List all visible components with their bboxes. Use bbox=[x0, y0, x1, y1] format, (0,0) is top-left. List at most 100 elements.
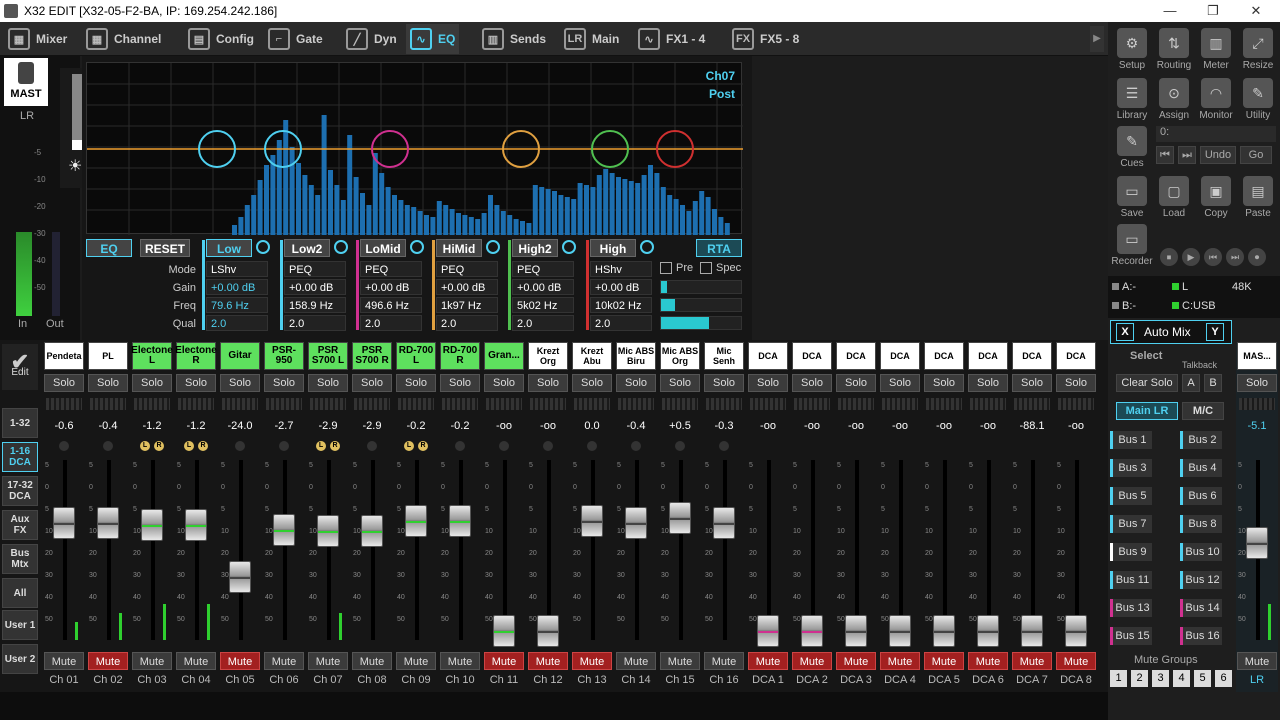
band-2-freq[interactable]: 496.6 Hz bbox=[360, 297, 422, 313]
talkback-b-button[interactable]: B bbox=[1204, 374, 1222, 392]
fader-knob[interactable] bbox=[141, 508, 163, 541]
fader-knob[interactable] bbox=[669, 502, 691, 534]
band-4-freq[interactable]: 5k02 Hz bbox=[512, 297, 574, 313]
strip-name[interactable]: PSR S700 L bbox=[308, 342, 348, 370]
fader-knob[interactable] bbox=[97, 507, 119, 540]
mute-button[interactable]: Mute bbox=[792, 652, 832, 670]
mc-button[interactable]: M/C bbox=[1182, 402, 1224, 420]
band-0-gain[interactable]: +0.00 dB bbox=[206, 279, 268, 295]
group-aux-fx-button[interactable]: Aux FX bbox=[2, 510, 38, 540]
brightness-slider[interactable] bbox=[72, 74, 82, 150]
solo-button[interactable]: Solo bbox=[528, 374, 568, 392]
utility-tool[interactable]: ✎ Utility bbox=[1236, 78, 1280, 121]
band-2-q[interactable]: 2.0 bbox=[360, 315, 422, 331]
strip-name[interactable]: Gran... bbox=[484, 342, 524, 370]
mute-group-5-button[interactable]: 5 bbox=[1194, 670, 1211, 687]
strip-name[interactable]: DCA bbox=[1012, 342, 1052, 370]
band-4-power-icon[interactable] bbox=[562, 240, 576, 254]
band-0-mode[interactable]: LShv bbox=[206, 261, 268, 277]
strip-name[interactable]: Mic ABS Biru bbox=[616, 342, 656, 370]
strip-name[interactable]: DCA bbox=[924, 342, 964, 370]
tab-fx5-8[interactable]: FX FX5 - 8 bbox=[728, 24, 803, 54]
fader-knob[interactable] bbox=[713, 507, 735, 540]
maximize-button[interactable]: ❐ bbox=[1193, 0, 1233, 22]
recorder-tool[interactable]: ▭ Recorder bbox=[1108, 224, 1156, 267]
load-tool[interactable]: ▢ Load bbox=[1152, 176, 1196, 219]
fader-knob[interactable] bbox=[53, 507, 75, 540]
routing-tool[interactable]: ⇅ Routing bbox=[1152, 28, 1196, 71]
strip-name[interactable]: Krezt Org bbox=[528, 342, 568, 370]
solo-button[interactable]: Solo bbox=[792, 374, 832, 392]
transport-2-button[interactable]: ⏮ bbox=[1204, 248, 1222, 266]
band-1-power-icon[interactable] bbox=[334, 240, 348, 254]
band-3-freq[interactable]: 1k97 Hz bbox=[436, 297, 498, 313]
fader-knob[interactable] bbox=[933, 614, 955, 647]
band-5-mode[interactable]: HShv bbox=[590, 261, 652, 277]
cues-tool[interactable]: ✎ Cues bbox=[1110, 126, 1154, 169]
solo-button[interactable]: Solo bbox=[748, 374, 788, 392]
tab-fx1-4[interactable]: ∿ FX1 - 4 bbox=[634, 24, 709, 54]
fader-knob[interactable] bbox=[229, 560, 251, 593]
bus-9-button[interactable]: Bus 9 bbox=[1110, 543, 1152, 561]
solo-button[interactable]: Solo bbox=[440, 374, 480, 392]
fader-knob[interactable] bbox=[493, 614, 515, 647]
group-1-16-dca-button[interactable]: 1-16 DCA bbox=[2, 442, 38, 472]
transport-0-button[interactable]: ⏹ bbox=[1160, 248, 1178, 266]
strip-name[interactable]: Electone R bbox=[175, 342, 217, 370]
solo-button[interactable]: Solo bbox=[484, 374, 524, 392]
band-0-button[interactable]: Low bbox=[206, 239, 252, 257]
solo-button[interactable]: Solo bbox=[968, 374, 1008, 392]
strip-name[interactable]: PL bbox=[88, 342, 128, 370]
fader-knob[interactable] bbox=[1246, 527, 1268, 560]
mute-button[interactable]: Mute bbox=[704, 652, 744, 670]
band-4-mode[interactable]: PEQ bbox=[512, 261, 574, 277]
solo-button[interactable]: Solo bbox=[1056, 374, 1096, 392]
solo-button[interactable]: Solo bbox=[660, 374, 700, 392]
band-4-button[interactable]: High2 bbox=[512, 239, 558, 257]
band-3-gain[interactable]: +0.00 dB bbox=[436, 279, 498, 295]
bus-15-button[interactable]: Bus 15 bbox=[1110, 627, 1152, 645]
tab-channel[interactable]: ▦ Channel bbox=[82, 24, 165, 54]
bus-13-button[interactable]: Bus 13 bbox=[1110, 599, 1152, 617]
strip-name[interactable]: PSR-950 bbox=[264, 342, 304, 370]
mute-button[interactable]: Mute bbox=[220, 652, 260, 670]
solo-button[interactable]: Solo bbox=[396, 374, 436, 392]
fader-knob[interactable] bbox=[1065, 614, 1087, 647]
undo-button[interactable]: Undo bbox=[1200, 146, 1236, 164]
fader-knob[interactable] bbox=[317, 515, 339, 548]
fader-knob[interactable] bbox=[889, 614, 911, 647]
strip-name[interactable]: Pendeta bbox=[44, 342, 84, 370]
band-5-gain[interactable]: +0.00 dB bbox=[590, 279, 652, 295]
band-1-gain[interactable]: +0.00 dB bbox=[284, 279, 346, 295]
bus-7-button[interactable]: Bus 7 bbox=[1110, 515, 1152, 533]
strip-name[interactable]: RD-700 R bbox=[440, 342, 480, 370]
fader-knob[interactable] bbox=[757, 614, 779, 647]
mute-button[interactable]: Mute bbox=[88, 652, 128, 670]
bus-6-button[interactable]: Bus 6 bbox=[1180, 487, 1222, 505]
nav-next-arrow[interactable]: ▶ bbox=[1090, 26, 1104, 52]
eq-graph[interactable]: Ch07 Post bbox=[86, 62, 743, 235]
fader-knob[interactable] bbox=[405, 505, 427, 538]
band-4-gain[interactable]: +0.00 dB bbox=[512, 279, 574, 295]
band-0-q[interactable]: 2.0 bbox=[206, 315, 268, 331]
mute-button[interactable]: Mute bbox=[1056, 652, 1096, 670]
group-user-2-button[interactable]: User 2 bbox=[2, 644, 38, 674]
transport-3-button[interactable]: ⏭ bbox=[1226, 248, 1244, 266]
save-tool[interactable]: ▭ Save bbox=[1110, 176, 1154, 219]
fader-knob[interactable] bbox=[273, 513, 295, 546]
band-1-button[interactable]: Low2 bbox=[284, 239, 330, 257]
tab-mixer[interactable]: ▦ Mixer bbox=[4, 24, 71, 54]
group-17-32-dca-button[interactable]: 17-32 DCA bbox=[2, 476, 38, 506]
band-3-q[interactable]: 2.0 bbox=[436, 315, 498, 331]
bus-12-button[interactable]: Bus 12 bbox=[1180, 571, 1222, 589]
pre-checkbox[interactable] bbox=[660, 262, 672, 274]
reset-button[interactable]: RESET bbox=[140, 239, 190, 257]
strip-name[interactable]: Krezt Abu bbox=[572, 342, 612, 370]
fader-knob[interactable] bbox=[801, 614, 823, 647]
edit-button[interactable]: ✔ Edit bbox=[2, 344, 38, 390]
library-tool[interactable]: ☰ Library bbox=[1110, 78, 1154, 121]
solo-button[interactable]: Solo bbox=[616, 374, 656, 392]
fader-knob[interactable] bbox=[977, 614, 999, 647]
solo-button[interactable]: Solo bbox=[220, 374, 260, 392]
fader-knob[interactable] bbox=[581, 505, 603, 538]
